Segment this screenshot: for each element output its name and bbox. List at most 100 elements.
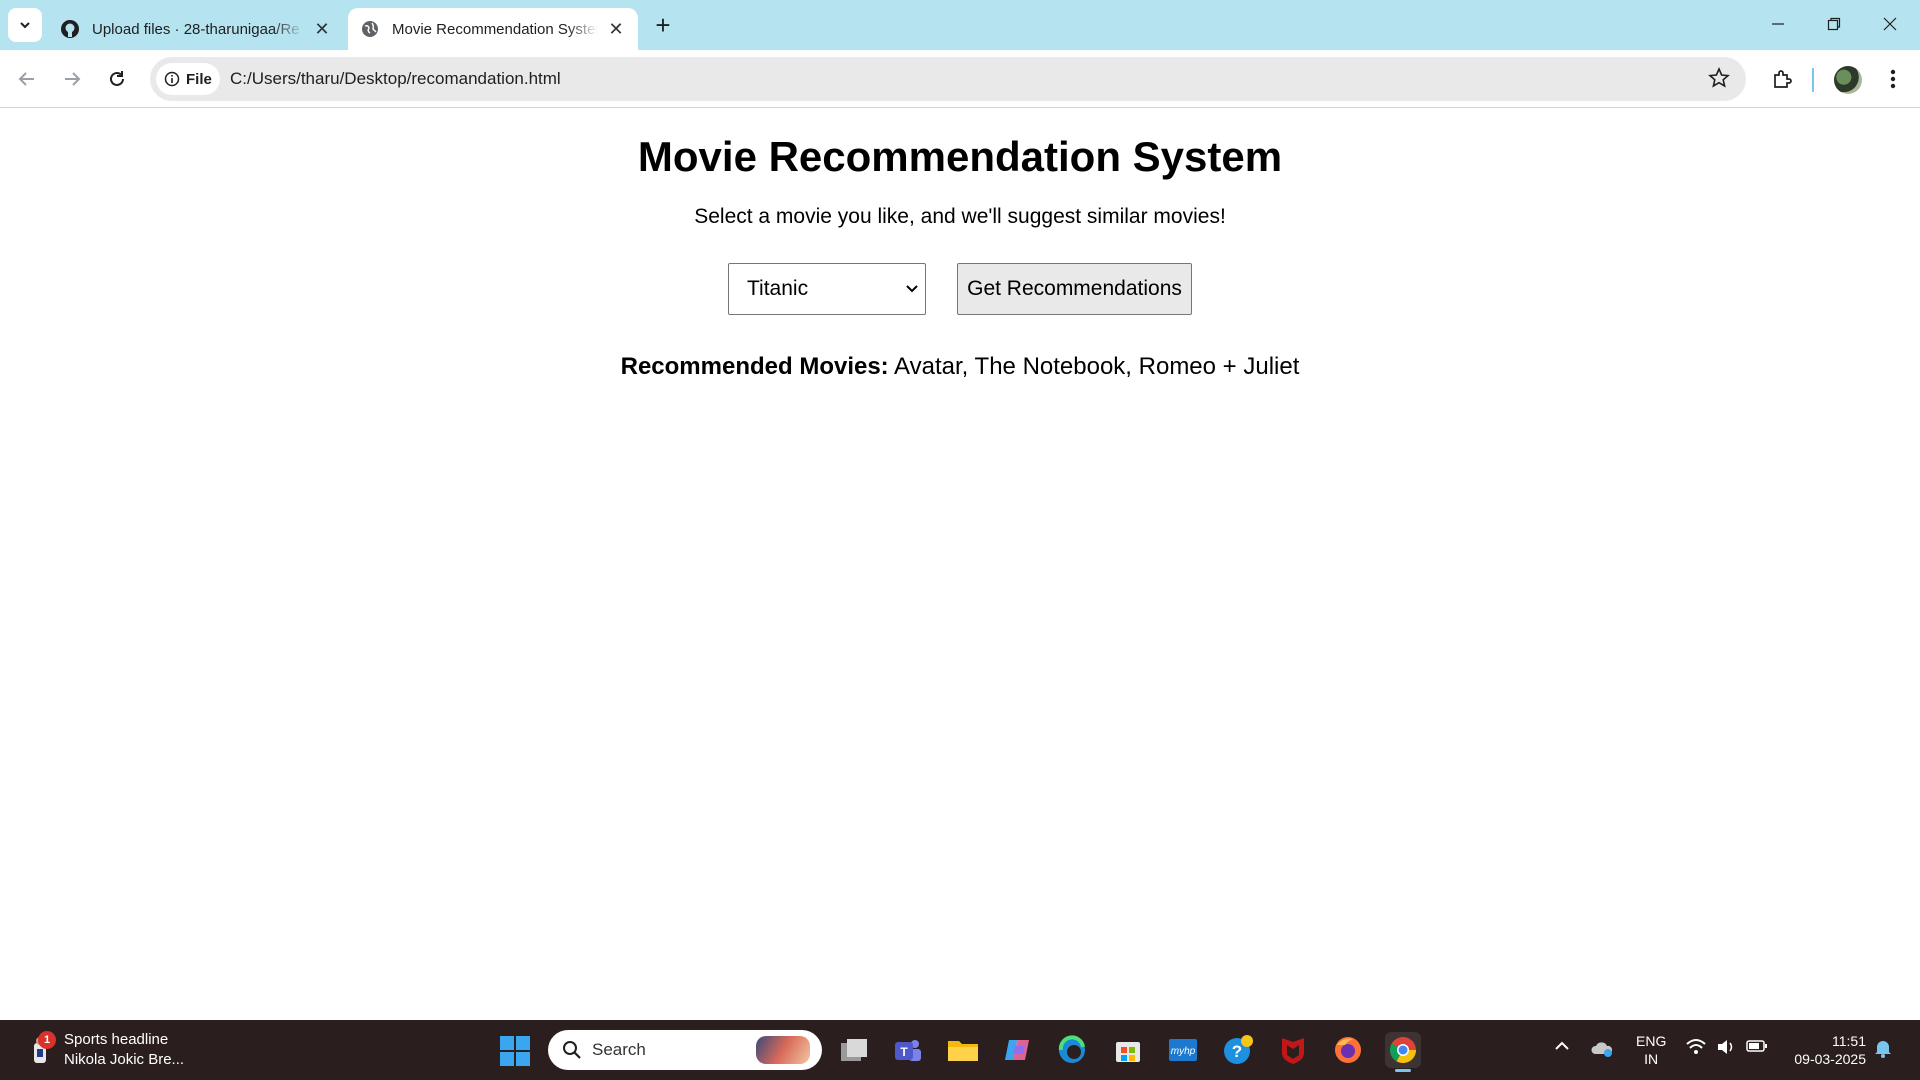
arrow-right-icon: [65, 72, 81, 86]
minimize-button[interactable]: [1750, 0, 1806, 48]
region-code: IN: [1644, 1051, 1659, 1067]
help-app[interactable]: ?: [1220, 1032, 1256, 1068]
mcafee-shield-icon: [1282, 1038, 1304, 1064]
microsoft-store-app[interactable]: [1110, 1032, 1146, 1068]
windows-logo-tile: [500, 1052, 514, 1066]
url-text[interactable]: C:/Users/tharu/Desktop/recomandation.htm…: [230, 69, 561, 89]
windows-logo-tile: [516, 1052, 530, 1066]
chevron-down-icon: [905, 264, 919, 334]
close-icon[interactable]: ✕: [312, 19, 332, 39]
notification-badge: 1: [38, 1031, 56, 1049]
toolbar-divider: [1812, 68, 1814, 92]
task-view-icon: [841, 1039, 867, 1061]
start-button[interactable]: [500, 1036, 530, 1066]
info-icon: [164, 71, 180, 87]
address-bar[interactable]: File C:/Users/tharu/Desktop/recomandatio…: [150, 57, 1746, 101]
menu-button[interactable]: [1878, 64, 1908, 94]
show-hidden-icons-button[interactable]: [1554, 1038, 1570, 1057]
svg-text:?: ?: [1232, 1042, 1242, 1061]
extensions-button[interactable]: [1767, 64, 1797, 94]
news-widget[interactable]: 1 Sports headline Nikola Jokic Bre...: [28, 1030, 184, 1070]
battery-tray[interactable]: [1746, 1038, 1768, 1057]
get-recommendations-button[interactable]: Get Recommendations: [957, 263, 1192, 315]
recommendation-result: Recommended Movies: Avatar, The Notebook…: [0, 353, 1920, 381]
restore-button[interactable]: [1806, 0, 1862, 48]
chevron-up-icon: [1555, 1041, 1569, 1050]
store-icon: [1116, 1042, 1140, 1062]
battery-icon: [1746, 1040, 1767, 1052]
clock[interactable]: 11:51 09-03-2025: [1782, 1032, 1866, 1068]
page-subtitle: Select a movie you like, and we'll sugge…: [694, 205, 1226, 228]
file-explorer-app[interactable]: [945, 1032, 981, 1068]
puzzle-icon: [1774, 70, 1792, 88]
copilot-app[interactable]: [1000, 1032, 1036, 1068]
close-window-button[interactable]: [1862, 0, 1918, 48]
reload-icon: [110, 71, 124, 86]
back-button[interactable]: [12, 64, 42, 94]
edge-browser-app[interactable]: [1054, 1032, 1090, 1068]
restore-icon: [1827, 17, 1841, 31]
tab-movie-recommendation[interactable]: Movie Recommendation System ✕: [348, 8, 638, 50]
volume-tray[interactable]: [1716, 1038, 1736, 1059]
myhp-icon: myhp: [1169, 1039, 1197, 1061]
firefox-icon: [1335, 1037, 1361, 1063]
more-vertical-icon: [1890, 69, 1896, 89]
wifi-icon: [1686, 1039, 1706, 1054]
basketball-player-icon: 1: [28, 1031, 56, 1065]
tab-search-button[interactable]: [8, 8, 42, 42]
search-icon: [563, 1041, 581, 1059]
onedrive-tray[interactable]: [1590, 1038, 1614, 1061]
close-icon: [1883, 17, 1897, 31]
copilot-icon: [1005, 1040, 1029, 1060]
teams-icon: T: [895, 1040, 921, 1061]
language-code: ENG: [1636, 1033, 1667, 1049]
task-view-button[interactable]: [836, 1032, 872, 1068]
tab-title: Movie Recommendation System: [392, 20, 598, 38]
myhp-app[interactable]: myhp: [1165, 1032, 1201, 1068]
movie-select[interactable]: Titanic: [728, 263, 926, 315]
speaker-icon: [1718, 1040, 1733, 1054]
github-icon: [60, 19, 80, 39]
windows-logo-tile: [500, 1036, 514, 1050]
result-label: Recommended Movies:: [620, 353, 889, 380]
minimize-icon: [1772, 23, 1784, 25]
taskbar-search[interactable]: Search: [548, 1030, 822, 1070]
edge-icon: [1058, 1035, 1085, 1063]
input-language[interactable]: ENG IN: [1636, 1032, 1666, 1068]
teams-app[interactable]: T: [890, 1032, 926, 1068]
search-placeholder: Search: [592, 1040, 646, 1059]
search-highlight-image: [756, 1036, 810, 1064]
cloud-icon: [1591, 1042, 1613, 1057]
chrome-icon: [1389, 1037, 1417, 1064]
star-icon[interactable]: [1708, 67, 1730, 89]
chrome-app[interactable]: [1385, 1032, 1421, 1072]
svg-text:myhp: myhp: [1171, 1046, 1196, 1057]
globe-icon: [360, 19, 380, 39]
notifications-button[interactable]: [1874, 1038, 1892, 1061]
help-icon: ?: [1224, 1035, 1253, 1064]
arrow-left-icon: [18, 72, 34, 86]
bell-icon: [1875, 1041, 1891, 1058]
site-info-chip[interactable]: File: [156, 63, 220, 95]
mcafee-app[interactable]: [1275, 1032, 1311, 1068]
active-app-indicator: [1395, 1069, 1411, 1072]
tab-upload-files[interactable]: Upload files · 28-tharunigaa/Re ✕: [48, 8, 344, 50]
page-content: Movie Recommendation System Select a mov…: [0, 109, 1920, 1019]
taskbar: 1 Sports headline Nikola Jokic Bre... Se…: [0, 1020, 1920, 1080]
network-tray[interactable]: [1686, 1038, 1706, 1059]
new-tab-button[interactable]: +: [650, 10, 676, 40]
folder-icon: [948, 1041, 978, 1061]
clock-time: 11:51: [1832, 1033, 1866, 1049]
widget-title: Sports headline: [64, 1031, 169, 1048]
firefox-app[interactable]: [1330, 1032, 1366, 1068]
profile-avatar[interactable]: [1834, 66, 1862, 94]
clock-date: 09-03-2025: [1794, 1051, 1866, 1067]
page-title: Movie Recommendation System: [637, 133, 1283, 180]
tab-title: Upload files · 28-tharunigaa/Re: [92, 20, 300, 38]
close-icon[interactable]: ✕: [606, 19, 626, 39]
windows-logo-tile: [516, 1036, 530, 1050]
reload-button[interactable]: [102, 64, 132, 94]
tab-strip: Upload files · 28-tharunigaa/Re ✕ Movie …: [0, 0, 1920, 50]
forward-button[interactable]: [57, 64, 87, 94]
browser-toolbar: File C:/Users/tharu/Desktop/recomandatio…: [0, 50, 1920, 108]
